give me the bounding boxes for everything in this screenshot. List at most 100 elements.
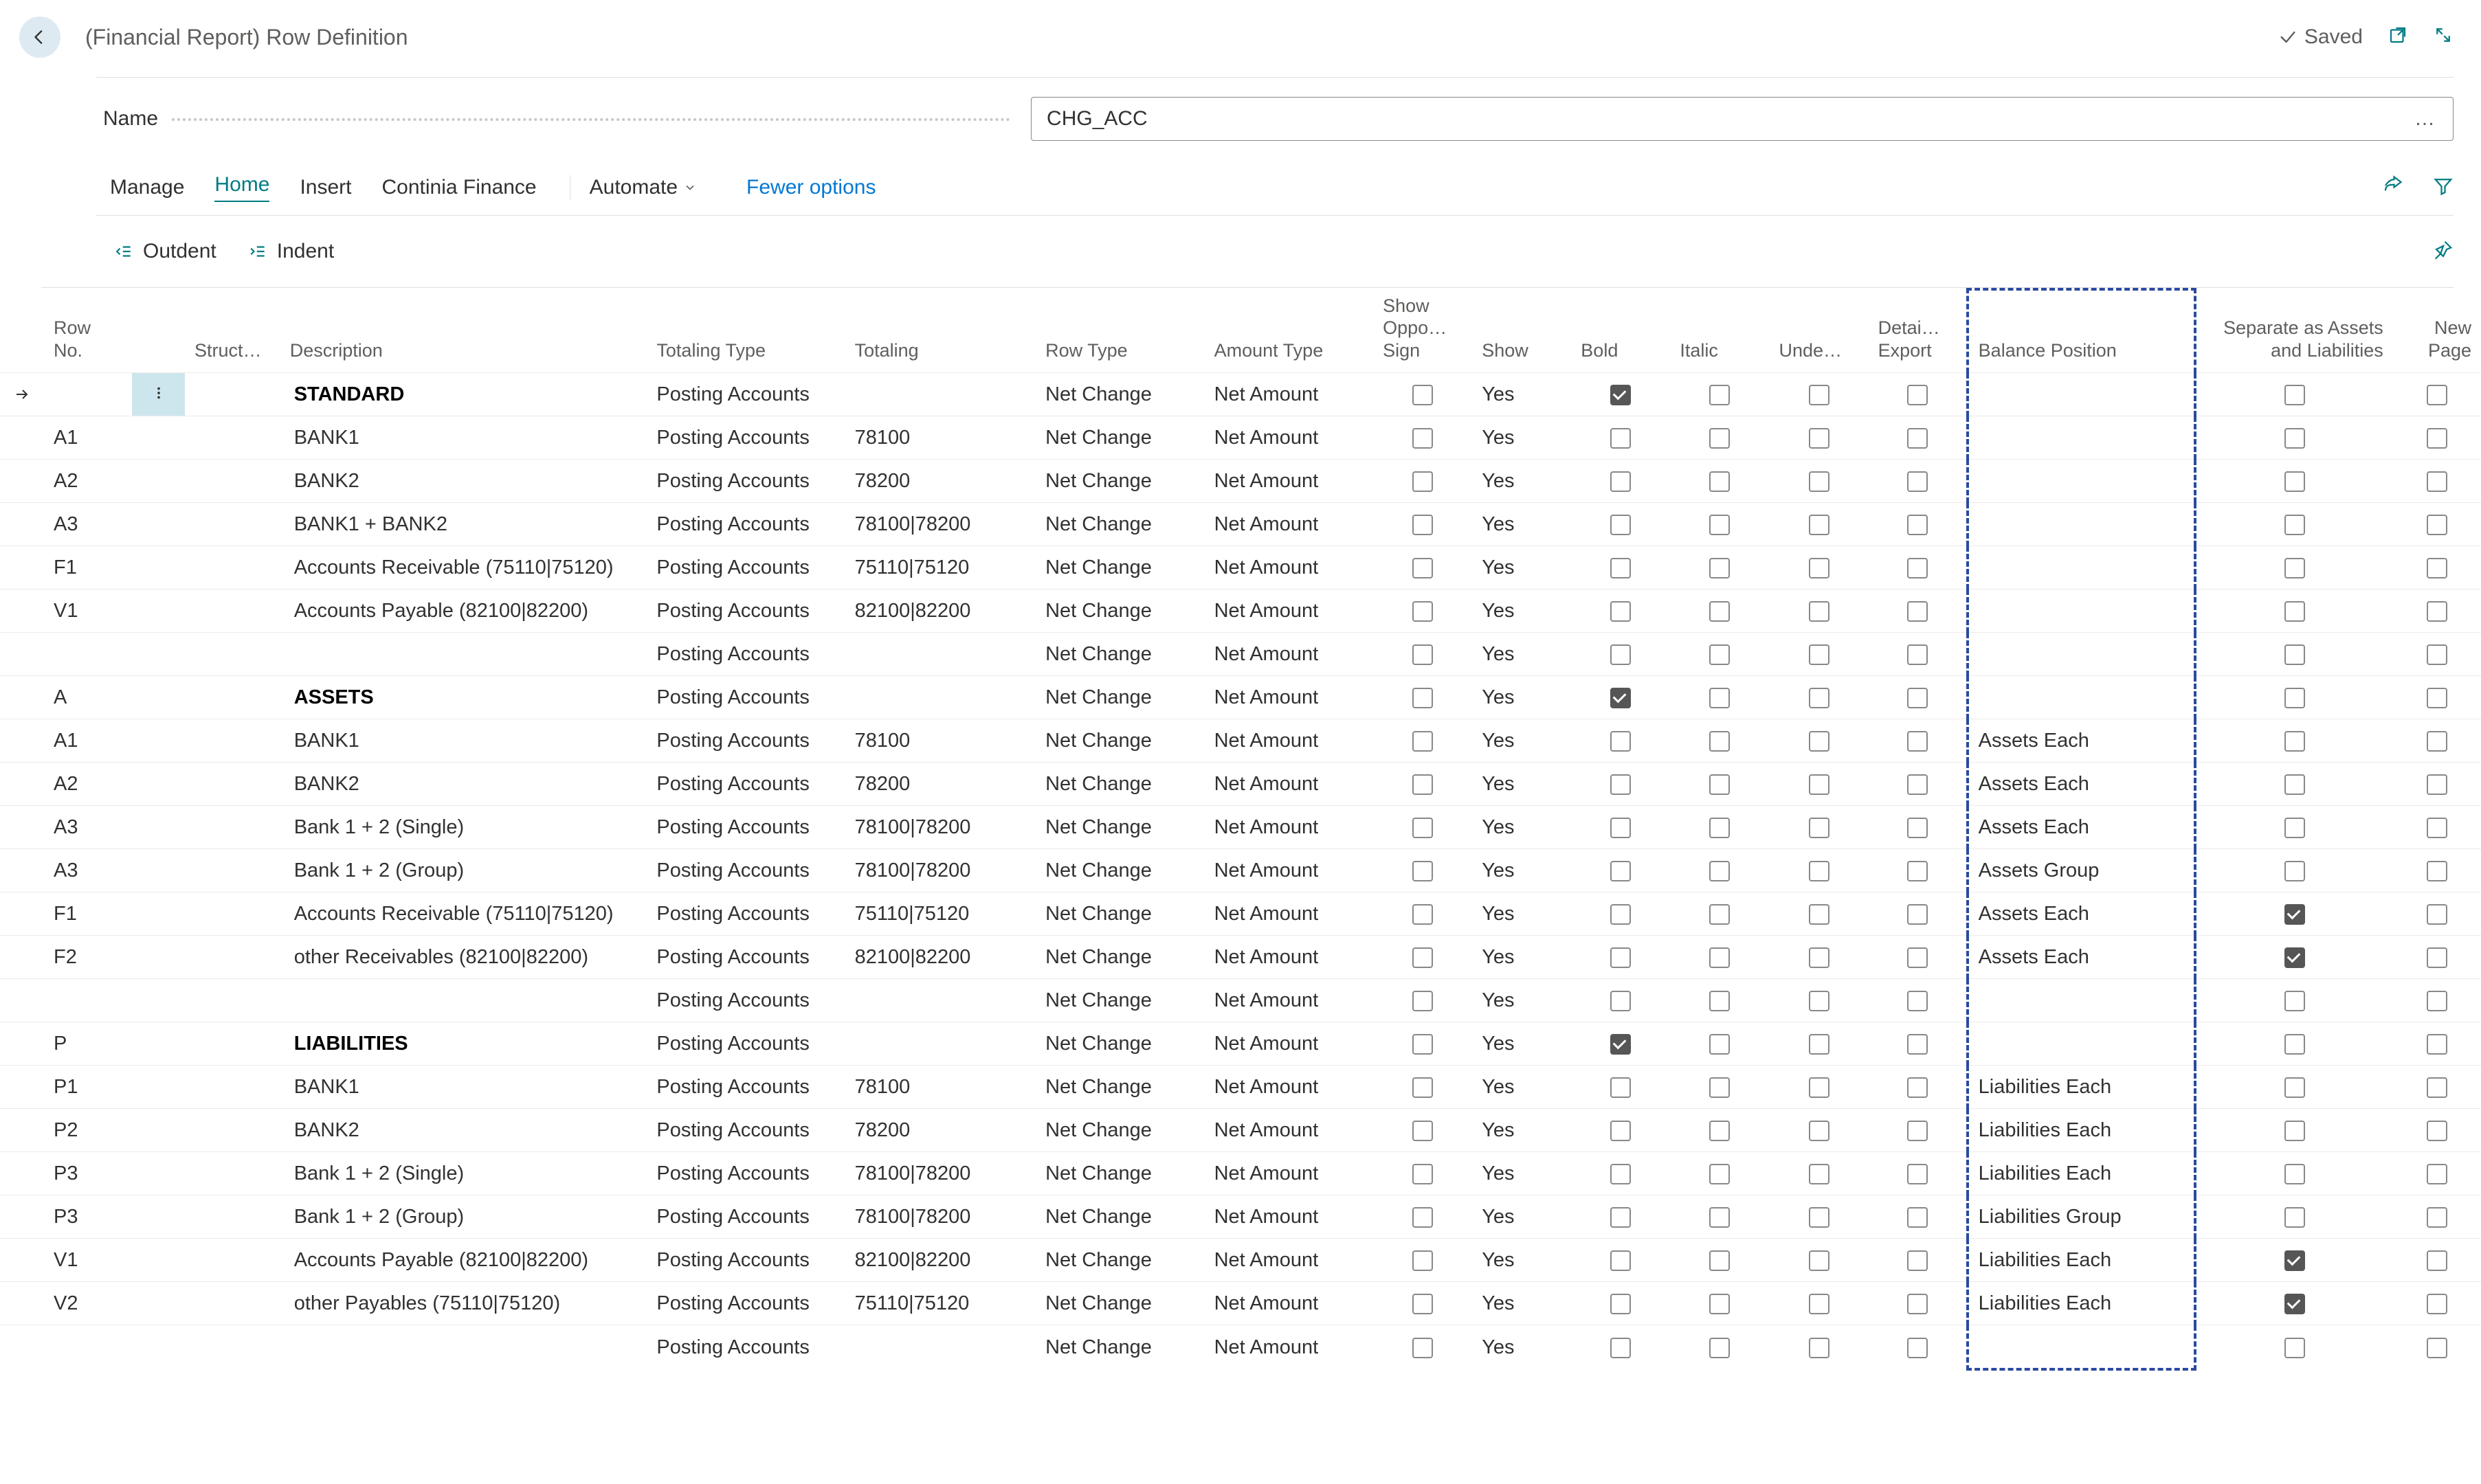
cell-italic[interactable] — [1670, 1239, 1769, 1282]
cell-detail-export[interactable] — [1869, 1195, 1968, 1239]
table-row[interactable]: V1Accounts Payable (82100|82200)Posting … — [0, 1239, 2481, 1282]
cell-bold[interactable] — [1571, 1282, 1670, 1325]
checkbox[interactable] — [1907, 385, 1928, 405]
open-new-window-button[interactable] — [2388, 25, 2408, 50]
checkbox[interactable] — [1809, 688, 1829, 708]
cell-new-page[interactable] — [2393, 676, 2481, 719]
cell-description[interactable] — [280, 1325, 647, 1370]
cell-row-no[interactable]: A3 — [44, 849, 132, 892]
checkbox[interactable] — [1809, 515, 1829, 535]
checkbox[interactable] — [2427, 1164, 2447, 1184]
cell-balance-position[interactable] — [1968, 416, 2195, 460]
cell-totaling[interactable] — [845, 676, 1036, 719]
table-row[interactable]: F1Accounts Receivable (75110|75120)Posti… — [0, 546, 2481, 589]
cell-amount-type[interactable]: Net Amount — [1205, 1109, 1374, 1152]
checkbox[interactable] — [2427, 947, 2447, 968]
cell-new-page[interactable] — [2393, 1022, 2481, 1066]
cell-show-opposite[interactable] — [1373, 633, 1472, 676]
checkbox[interactable] — [1709, 601, 1730, 622]
cell-struct[interactable] — [185, 1282, 280, 1325]
checkbox[interactable] — [2284, 428, 2305, 449]
cell-row-type[interactable]: Net Change — [1036, 460, 1205, 503]
cell-separate[interactable] — [2195, 849, 2393, 892]
checkbox[interactable] — [1809, 1077, 1829, 1098]
table-row[interactable]: Posting AccountsNet ChangeNet AmountYes — [0, 1325, 2481, 1370]
cell-new-page[interactable] — [2393, 503, 2481, 546]
cell-balance-position[interactable] — [1968, 633, 2195, 676]
cell-bold[interactable] — [1571, 589, 1670, 633]
cell-italic[interactable] — [1670, 503, 1769, 546]
checkbox[interactable] — [1709, 947, 1730, 968]
cell-italic[interactable] — [1670, 460, 1769, 503]
cell-totaling-type[interactable]: Posting Accounts — [647, 1195, 845, 1239]
cell-show-opposite[interactable] — [1373, 1282, 1472, 1325]
checkbox[interactable] — [1610, 818, 1631, 838]
checkbox[interactable] — [1907, 861, 1928, 881]
cell-italic[interactable] — [1670, 676, 1769, 719]
cell-row-type[interactable]: Net Change — [1036, 1239, 1205, 1282]
cell-row-type[interactable]: Net Change — [1036, 979, 1205, 1022]
cell-description[interactable]: Accounts Payable (82100|82200) — [280, 1239, 647, 1282]
cell-show-opposite[interactable] — [1373, 1022, 1472, 1066]
cell-show[interactable]: Yes — [1472, 1066, 1571, 1109]
cell-totaling[interactable]: 78200 — [845, 460, 1036, 503]
cell-separate[interactable] — [2195, 633, 2393, 676]
cell-totaling-type[interactable]: Posting Accounts — [647, 589, 845, 633]
cell-description[interactable]: LIABILITIES — [280, 1022, 647, 1066]
cell-show[interactable]: Yes — [1472, 892, 1571, 936]
cell-detail-export[interactable] — [1869, 806, 1968, 849]
cell-italic[interactable] — [1670, 373, 1769, 416]
cell-balance-position[interactable] — [1968, 676, 2195, 719]
cell-detail-export[interactable] — [1869, 633, 1968, 676]
cell-amount-type[interactable]: Net Amount — [1205, 460, 1374, 503]
cell-show-opposite[interactable] — [1373, 719, 1472, 763]
cell-show-opposite[interactable] — [1373, 460, 1472, 503]
checkbox[interactable] — [1809, 644, 1829, 665]
cell-show[interactable]: Yes — [1472, 1195, 1571, 1239]
cell-italic[interactable] — [1670, 849, 1769, 892]
checkbox[interactable] — [1709, 731, 1730, 752]
cell-totaling[interactable]: 78100|78200 — [845, 503, 1036, 546]
checkbox[interactable] — [2284, 991, 2305, 1011]
cell-bold[interactable] — [1571, 1066, 1670, 1109]
checkbox[interactable] — [1412, 1034, 1433, 1055]
cell-separate[interactable] — [2195, 460, 2393, 503]
checkbox[interactable] — [1709, 1207, 1730, 1228]
tab-home[interactable]: Home — [214, 173, 269, 202]
cell-balance-position[interactable] — [1968, 589, 2195, 633]
cell-underline[interactable] — [1769, 936, 1868, 979]
checkbox[interactable] — [1709, 688, 1730, 708]
cell-row-type[interactable]: Net Change — [1036, 849, 1205, 892]
checkbox[interactable] — [2284, 774, 2305, 795]
checkbox[interactable] — [1809, 1294, 1829, 1314]
cell-detail-export[interactable] — [1869, 979, 1968, 1022]
cell-separate[interactable] — [2195, 1325, 2393, 1370]
cell-row-no[interactable]: A2 — [44, 460, 132, 503]
checkbox[interactable] — [2284, 947, 2305, 968]
filter-button[interactable] — [2433, 175, 2454, 201]
cell-row-no[interactable]: P2 — [44, 1109, 132, 1152]
table-row[interactable]: P1BANK1Posting Accounts78100Net ChangeNe… — [0, 1066, 2481, 1109]
cell-show-opposite[interactable] — [1373, 546, 1472, 589]
cell-balance-position[interactable] — [1968, 546, 2195, 589]
checkbox[interactable] — [1610, 688, 1631, 708]
checkbox[interactable] — [2427, 1034, 2447, 1055]
checkbox[interactable] — [2427, 1250, 2447, 1271]
checkbox[interactable] — [1412, 1294, 1433, 1314]
cell-amount-type[interactable]: Net Amount — [1205, 633, 1374, 676]
cell-row-no[interactable] — [44, 979, 132, 1022]
cell-description[interactable]: Bank 1 + 2 (Single) — [280, 806, 647, 849]
cell-balance-position[interactable]: Liabilities Each — [1968, 1152, 2195, 1195]
cell-totaling[interactable] — [845, 633, 1036, 676]
cell-balance-position[interactable] — [1968, 503, 2195, 546]
cell-description[interactable]: BANK2 — [280, 460, 647, 503]
cell-show[interactable]: Yes — [1472, 1239, 1571, 1282]
checkbox[interactable] — [1907, 688, 1928, 708]
cell-struct[interactable] — [185, 1022, 280, 1066]
cell-row-no[interactable]: V1 — [44, 1239, 132, 1282]
cell-bold[interactable] — [1571, 1152, 1670, 1195]
cell-totaling-type[interactable]: Posting Accounts — [647, 806, 845, 849]
checkbox[interactable] — [1709, 428, 1730, 449]
cell-row-type[interactable]: Net Change — [1036, 936, 1205, 979]
cell-row-type[interactable]: Net Change — [1036, 676, 1205, 719]
